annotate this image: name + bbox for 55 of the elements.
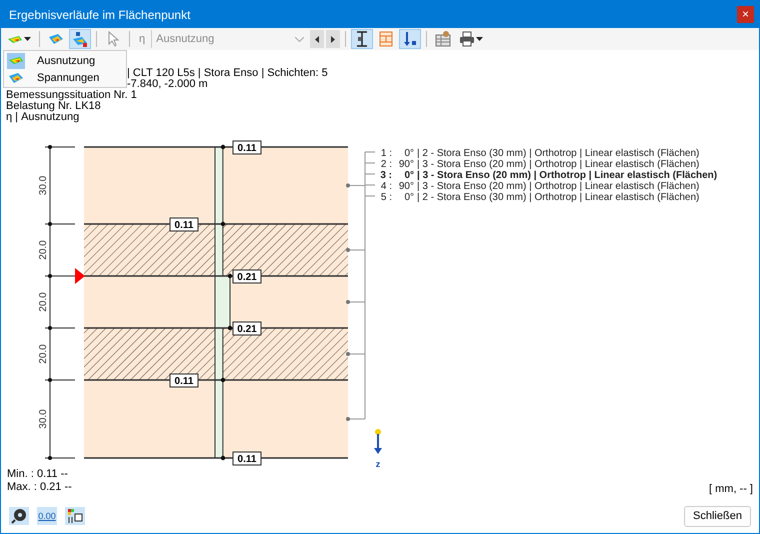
numbered-layers-icon [72,31,88,47]
summary-text: Min. : 0.11 -- [7,468,68,480]
z-axis-arrow [374,429,382,454]
caret-icon [24,37,31,41]
value-label: 0.11 [232,140,262,154]
dimension-label: 20.0 [38,240,49,260]
left-arrow-icon [315,36,320,42]
help-icon [11,508,27,524]
contour-icon [7,34,23,44]
value-label: 0.11 [232,452,262,466]
symbol-label: η [138,33,146,45]
legend-entry: 1 : 0° | 2 - Stora Enso (30 mm) | Orthotrop | Linear elastisch (Flächen) [380,148,700,159]
color-settings-icon [67,508,83,524]
axis-label: z [376,459,380,469]
menu-item[interactable]: Ausnutzung [4,52,126,69]
info-text: -7.840, -2.000 m [127,78,208,90]
legend-entry: 5 : 0° | 2 - Stora Enso (30 mm) | Orthotrop | Linear elastisch (Flächen) [380,192,700,203]
info-text: Belastung Nr. LK18 [6,100,101,112]
dimension-label: 20.0 [38,292,49,312]
units-label: [ mm, -- ] [709,483,753,495]
info-text: Bemessungssituation Nr. 1 [6,89,137,101]
contour-icon [8,56,24,65]
info-text: η | Ausnutzung [6,111,80,123]
legend-entry: 4 : 90° | 3 - Stora Enso (20 mm) | Orthotrop | Linear elastisch (Flächen) [380,181,700,192]
dimension-label: 30.0 [38,409,49,429]
zaxis-button[interactable] [399,29,422,49]
table-icon [435,31,452,47]
section-button[interactable] [351,29,374,49]
decimals-button[interactable]: 0.00 [37,507,57,525]
value-label: 0.11 [170,218,198,232]
help-button[interactable] [9,507,29,525]
menu-item[interactable]: Spannungen [4,69,126,86]
legend-entry: 2 : 90° | 3 - Stora Enso (20 mm) | Orthotrop | Linear elastisch (Flächen) [380,159,700,170]
numbered-button[interactable] [69,29,91,49]
close-button[interactable]: × [737,6,754,23]
printer-icon [459,31,476,47]
next-button[interactable] [326,30,340,48]
close-dialog-button[interactable]: Schließen [684,506,751,526]
summary-text: Max. : 0.21 -- [7,481,72,493]
caret-icon [476,37,484,41]
z-axis-icon [402,31,418,47]
value-label: 0.11 [170,374,198,388]
layers-icon [378,31,394,47]
legend-entry: 3 : 0° | 3 - Stora Enso (20 mm) | Orthotrop | Linear elastisch (Flächen) [380,170,718,181]
previous-button[interactable] [310,30,324,48]
value-label: 0.21 [232,270,262,284]
dimension-label: 30.0 [38,176,49,196]
surface-icon [48,31,64,47]
info-text: | CLT 120 L5s | Stora Enso | Schichten: 5 [127,67,328,79]
colors-button[interactable] [65,507,85,525]
chevron-icon [295,36,304,42]
dimension-label: 20.0 [38,344,49,364]
right-arrow-icon [331,36,336,42]
value-label: 0.21 [232,322,262,336]
window-title: Ergebnisverläufe im Flächenpunkt [9,8,190,22]
